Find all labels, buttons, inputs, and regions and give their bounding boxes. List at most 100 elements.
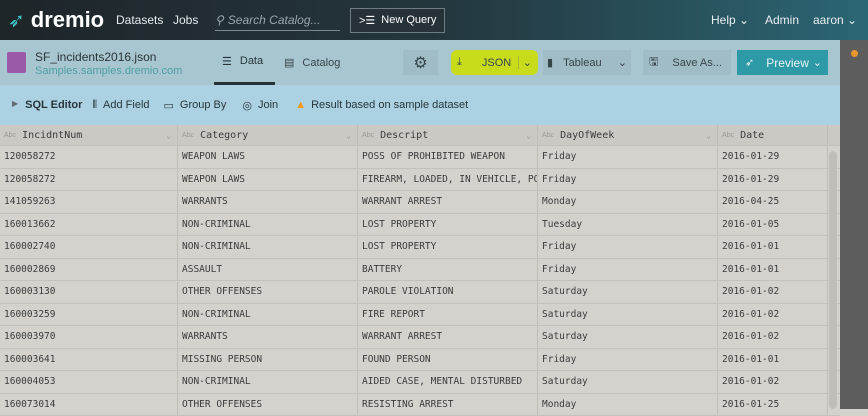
table-cell[interactable]: 120058272 xyxy=(0,146,178,168)
table-cell[interactable]: 2016-01-01 xyxy=(718,259,828,281)
table-cell[interactable]: 160002869 xyxy=(0,259,178,281)
save-as-button[interactable]: 🖫 Save As... xyxy=(643,50,731,75)
admin-link[interactable]: Admin xyxy=(765,0,799,40)
table-header: AbcIncidntNum⌄AbcCategory⌄AbcDescript⌄Ab… xyxy=(0,125,840,146)
table-cell[interactable]: NON-CRIMINAL xyxy=(178,236,358,258)
right-panel xyxy=(840,40,868,409)
table-row: 141059263WARRANTSWARRANT ARRESTMonday201… xyxy=(0,191,840,214)
table-cell[interactable]: Tuesday xyxy=(538,214,718,236)
table-cell[interactable]: 160003259 xyxy=(0,304,178,326)
preview-button[interactable]: ➶ Preview ⌄ xyxy=(737,50,828,75)
table-scrollbar[interactable] xyxy=(829,151,837,409)
table-cell[interactable]: WARRANTS xyxy=(178,191,358,213)
column-header[interactable]: AbcDate xyxy=(718,125,828,145)
table-cell[interactable]: 2016-01-02 xyxy=(718,304,828,326)
chevron-down-icon[interactable]: ⌄ xyxy=(706,131,711,140)
chevron-down-icon[interactable]: ⌄ xyxy=(346,131,351,140)
table-cell[interactable]: RESISTING ARREST xyxy=(358,394,538,416)
export-json-button[interactable]: ⤓ JSON ⌄ xyxy=(451,50,538,75)
group-by-button[interactable]: ▭Group By xyxy=(164,99,227,112)
tab-catalog[interactable]: ▤Catalog xyxy=(284,40,340,85)
table-cell[interactable]: Monday xyxy=(538,394,718,416)
data-table: AbcIncidntNum⌄AbcCategory⌄AbcDescript⌄Ab… xyxy=(0,125,840,416)
nav-jobs[interactable]: Jobs xyxy=(173,0,198,40)
table-cell[interactable]: WARRANT ARREST xyxy=(358,191,538,213)
table-cell[interactable]: PAROLE VIOLATION xyxy=(358,281,538,303)
user-menu[interactable]: aaron ⌄ xyxy=(813,0,857,40)
transform-toolbar: ▶SQL Editor ⫴Add Field ▭Group By ◎Join ▲… xyxy=(0,85,840,125)
text-type-icon: Abc xyxy=(722,132,734,139)
table-cell[interactable]: Friday xyxy=(538,259,718,281)
column-header[interactable]: AbcCategory⌄ xyxy=(178,125,358,145)
table-cell[interactable]: ASSAULT xyxy=(178,259,358,281)
table-cell[interactable]: WEAPON LAWS xyxy=(178,146,358,168)
add-field-button[interactable]: ⫴Add Field xyxy=(92,99,149,112)
table-cell[interactable]: 160003641 xyxy=(0,349,178,371)
table-cell[interactable]: Saturday xyxy=(538,371,718,393)
logo[interactable]: ➶ dremio xyxy=(8,0,104,40)
table-cell[interactable]: 160013662 xyxy=(0,214,178,236)
table-cell[interactable]: 2016-01-01 xyxy=(718,236,828,258)
new-query-button[interactable]: >☰New Query xyxy=(350,8,445,33)
table-cell[interactable]: OTHER OFFENSES xyxy=(178,281,358,303)
table-cell[interactable]: 160003970 xyxy=(0,326,178,348)
table-cell[interactable]: 120058272 xyxy=(0,169,178,191)
column-header[interactable]: AbcDescript⌄ xyxy=(358,125,538,145)
table-cell[interactable]: WEAPON LAWS xyxy=(178,169,358,191)
dataset-source[interactable]: Samples.samples.dremio.com xyxy=(35,65,182,77)
chevron-down-icon[interactable]: ⌄ xyxy=(526,131,531,140)
table-cell[interactable]: 2016-01-05 xyxy=(718,214,828,236)
table-cell[interactable]: WARRANT ARREST xyxy=(358,326,538,348)
table-cell[interactable]: 2016-01-02 xyxy=(718,281,828,303)
table-cell[interactable]: AIDED CASE, MENTAL DISTURBED xyxy=(358,371,538,393)
table-cell[interactable]: WARRANTS xyxy=(178,326,358,348)
search-input[interactable]: ⚲Search Catalog... xyxy=(215,9,340,31)
table-cell[interactable]: Saturday xyxy=(538,326,718,348)
table-cell[interactable]: BATTERY xyxy=(358,259,538,281)
table-cell[interactable]: POSS OF PROHIBITED WEAPON xyxy=(358,146,538,168)
tableau-button[interactable]: ▮ Tableau ⌄ xyxy=(543,50,631,75)
table-cell[interactable]: 2016-01-02 xyxy=(718,326,828,348)
table-cell[interactable]: Monday xyxy=(538,191,718,213)
table-cell[interactable]: NON-CRIMINAL xyxy=(178,214,358,236)
table-cell[interactable]: FIREARM, LOADED, IN VEHICLE, POSSESSION … xyxy=(358,169,538,191)
table-cell[interactable]: 160073014 xyxy=(0,394,178,416)
table-cell[interactable]: Saturday xyxy=(538,304,718,326)
table-cell[interactable]: 2016-01-29 xyxy=(718,146,828,168)
nav-datasets[interactable]: Datasets xyxy=(116,0,163,40)
table-cell[interactable]: FIRE REPORT xyxy=(358,304,538,326)
table-cell[interactable]: NON-CRIMINAL xyxy=(178,304,358,326)
table-cell[interactable]: MISSING PERSON xyxy=(178,349,358,371)
table-cell[interactable]: FOUND PERSON xyxy=(358,349,538,371)
table-cell[interactable]: Friday xyxy=(538,236,718,258)
sql-editor-toggle[interactable]: ▶SQL Editor xyxy=(12,99,82,111)
dataset-icon xyxy=(7,52,26,73)
join-button[interactable]: ◎Join xyxy=(242,99,278,112)
table-cell[interactable]: Friday xyxy=(538,146,718,168)
table-cell[interactable]: OTHER OFFENSES xyxy=(178,394,358,416)
table-cell[interactable]: 160002740 xyxy=(0,236,178,258)
table-cell[interactable]: Friday xyxy=(538,169,718,191)
tab-data[interactable]: ☰Data xyxy=(214,40,275,85)
table-cell[interactable]: 160004053 xyxy=(0,371,178,393)
help-menu[interactable]: Help ⌄ xyxy=(711,0,749,40)
column-header[interactable]: AbcDayOfWeek⌄ xyxy=(538,125,718,145)
table-cell[interactable]: 2016-01-29 xyxy=(718,169,828,191)
table-cell[interactable]: 2016-04-25 xyxy=(718,191,828,213)
table-row: 160004053NON-CRIMINALAIDED CASE, MENTAL … xyxy=(0,371,840,394)
table-cell[interactable]: 141059263 xyxy=(0,191,178,213)
column-header[interactable]: AbcIncidntNum⌄ xyxy=(0,125,178,145)
top-nav: ➶ dremio Datasets Jobs ⚲Search Catalog..… xyxy=(0,0,868,40)
save-icon: 🖫 xyxy=(649,53,658,72)
table-cell[interactable]: 2016-01-01 xyxy=(718,349,828,371)
settings-button[interactable]: ⚙ xyxy=(403,50,438,75)
table-cell[interactable]: 160003130 xyxy=(0,281,178,303)
table-cell[interactable]: LOST PROPERTY xyxy=(358,214,538,236)
table-cell[interactable]: 2016-01-02 xyxy=(718,371,828,393)
table-cell[interactable]: LOST PROPERTY xyxy=(358,236,538,258)
chevron-down-icon[interactable]: ⌄ xyxy=(166,131,171,140)
table-cell[interactable]: NON-CRIMINAL xyxy=(178,371,358,393)
table-cell[interactable]: Saturday xyxy=(538,281,718,303)
table-cell[interactable]: Friday xyxy=(538,349,718,371)
table-cell[interactable]: 2016-01-25 xyxy=(718,394,828,416)
